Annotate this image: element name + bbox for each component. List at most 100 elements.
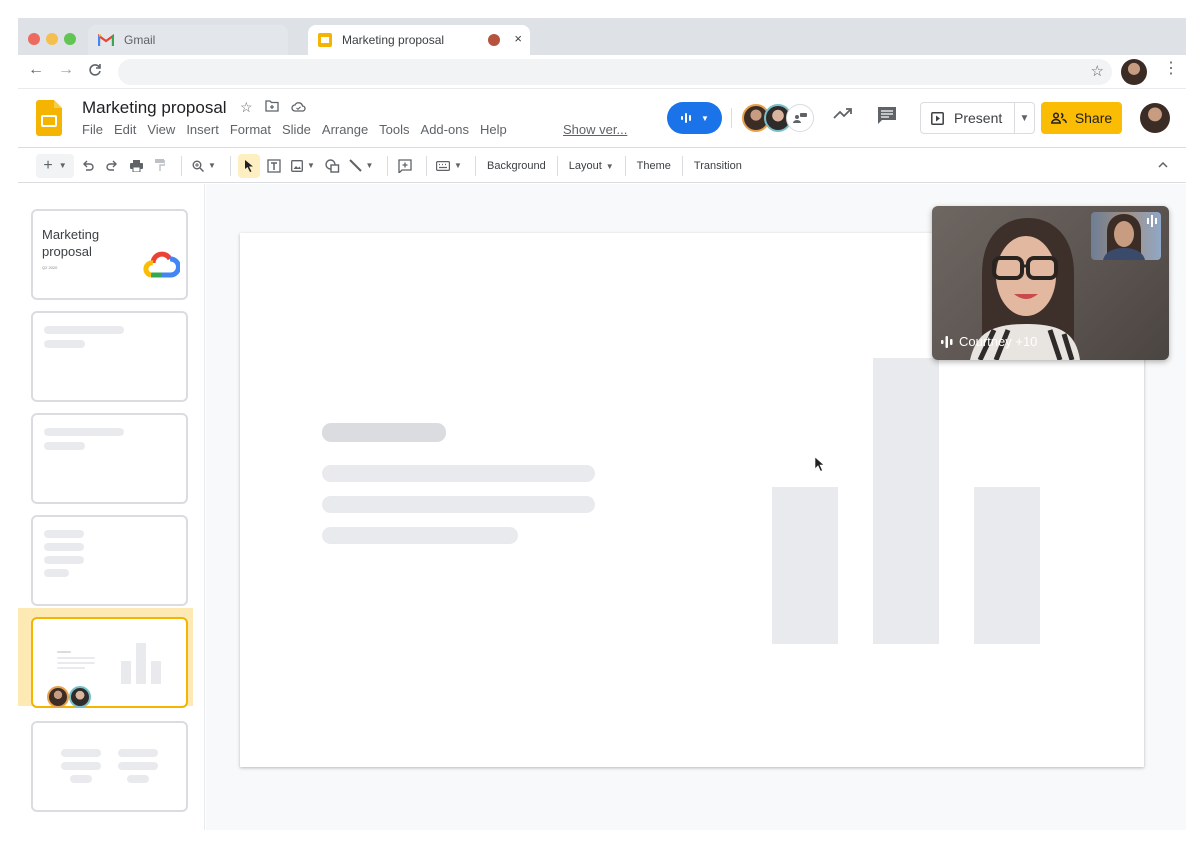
present-button[interactable]: Present ▼ <box>920 102 1035 134</box>
star-icon[interactable]: ☆ <box>240 99 253 116</box>
slide-thumbnail-5[interactable] <box>31 617 188 708</box>
present-to-meeting-button[interactable] <box>786 104 814 132</box>
menu-tools[interactable]: Tools <box>379 122 409 137</box>
placeholder-line <box>57 651 71 653</box>
menu-addons[interactable]: Add-ons <box>421 122 469 137</box>
tab-label: Gmail <box>124 33 156 47</box>
document-title[interactable]: Marketing proposal <box>82 98 227 118</box>
reload-button[interactable] <box>88 61 102 82</box>
redo-button[interactable] <box>102 154 122 178</box>
zoom-button[interactable]: ▼ <box>189 154 219 178</box>
chart-bar <box>973 486 1040 644</box>
line-button[interactable]: ▼ <box>346 154 376 178</box>
mouse-cursor-icon <box>814 456 825 472</box>
slide-thumbnail-3[interactable] <box>31 413 188 504</box>
placeholder-line <box>44 340 85 348</box>
slides-toolbar: + ▼ ▼ ▼ ▼ ▼ Background Layout ▼ Theme Tran… <box>18 149 1186 183</box>
menu-view[interactable]: View <box>147 122 175 137</box>
paint-format-icon <box>155 159 165 171</box>
theme-button[interactable]: Theme <box>633 160 675 172</box>
slides-header: Marketing proposal ☆ File Edit View Inse… <box>18 90 1186 148</box>
divider <box>230 155 231 176</box>
forward-button[interactable]: → <box>58 61 74 79</box>
placeholder-line <box>322 496 595 513</box>
tab-marketing-proposal[interactable]: Marketing proposal × <box>308 25 530 55</box>
menu-format[interactable]: Format <box>230 122 271 137</box>
present-options-dropdown[interactable]: ▼ <box>1015 113 1034 124</box>
placeholder-line <box>322 527 518 544</box>
share-button[interactable]: Share <box>1041 102 1122 134</box>
tab-gmail[interactable]: Gmail <box>88 25 288 55</box>
gmail-icon <box>98 34 114 46</box>
text-box-button[interactable] <box>264 154 284 178</box>
comments-icon[interactable] <box>877 106 897 129</box>
menu-slide[interactable]: Slide <box>282 122 311 137</box>
chart-bar <box>151 661 161 684</box>
url-input[interactable]: ☆ <box>118 59 1112 85</box>
slides-logo-icon[interactable] <box>36 100 62 141</box>
meet-call-button[interactable]: ▼ <box>667 102 722 134</box>
shape-button[interactable] <box>322 154 342 178</box>
select-tool-button[interactable] <box>238 153 260 178</box>
slide-thumbnail-2[interactable] <box>31 311 188 402</box>
cloud-status-icon[interactable] <box>290 99 306 116</box>
collapse-toolbar-button[interactable] <box>1158 157 1168 171</box>
zoom-icon <box>192 160 205 172</box>
placeholder-line <box>44 326 124 334</box>
slide-thumbnail-6[interactable] <box>31 721 188 812</box>
divider <box>624 155 626 176</box>
new-slide-button[interactable]: + ▼ <box>36 153 74 178</box>
close-window-button[interactable] <box>28 33 40 45</box>
slide-bar-chart[interactable] <box>772 358 1040 644</box>
print-button[interactable] <box>126 154 146 178</box>
account-avatar[interactable] <box>1140 103 1170 133</box>
menu-edit[interactable]: Edit <box>114 122 136 137</box>
divider <box>475 155 476 176</box>
move-to-folder-icon[interactable] <box>264 99 279 116</box>
input-tools-button[interactable]: ▼ <box>434 154 464 178</box>
meet-video-tile[interactable]: Courtney +10 <box>932 206 1169 360</box>
menu-arrange[interactable]: Arrange <box>322 122 368 137</box>
browser-profile-avatar[interactable] <box>1121 59 1147 85</box>
insert-image-button[interactable]: ▼ <box>288 154 318 178</box>
activity-dashboard-icon[interactable] <box>833 106 853 125</box>
back-button[interactable]: ← <box>28 61 44 79</box>
undo-button[interactable] <box>78 154 98 178</box>
divider <box>731 108 732 128</box>
close-tab-button[interactable]: × <box>514 31 522 46</box>
layout-label: Layout <box>568 159 602 172</box>
placeholder-line <box>57 657 95 659</box>
maximize-window-button[interactable] <box>64 33 76 45</box>
chart-bar <box>772 486 839 644</box>
menu-file[interactable]: File <box>82 122 103 137</box>
text-box-icon <box>267 158 281 173</box>
layout-button[interactable]: Layout ▼ <box>565 160 618 172</box>
menu-bar: File Edit View Insert Format Slide Arran… <box>82 122 518 137</box>
chart-bar <box>121 661 131 684</box>
slide-thumbnail-4[interactable] <box>31 515 188 606</box>
slide-thumbnail-1[interactable]: Marketing proposal Q2 2020 <box>31 209 188 300</box>
menu-insert[interactable]: Insert <box>186 122 219 137</box>
chart-bar <box>872 358 940 644</box>
placeholder-line <box>44 530 84 538</box>
paint-format-button[interactable] <box>150 154 170 178</box>
tab-label: Marketing proposal <box>342 33 445 47</box>
background-button[interactable]: Background <box>483 160 550 172</box>
audio-level-icon <box>941 335 953 348</box>
transition-button[interactable]: Transition <box>690 160 746 172</box>
keyboard-icon <box>436 160 451 171</box>
add-comment-button[interactable] <box>395 154 415 178</box>
placeholder-title <box>322 423 446 442</box>
plus-icon: + <box>43 156 53 174</box>
slide-filmstrip: Marketing proposal Q2 2020 <box>18 184 205 830</box>
redo-icon <box>106 160 117 171</box>
participant-label: Courtney +10 <box>940 334 1037 349</box>
version-history-link[interactable]: Show ver... <box>563 122 627 137</box>
self-view-video[interactable] <box>1091 212 1161 260</box>
minimize-window-button[interactable] <box>46 33 58 45</box>
menu-help[interactable]: Help <box>480 122 507 137</box>
people-icon <box>1050 112 1067 124</box>
browser-window: Gmail Marketing proposal × ← → ☆ ⋮ Marke… <box>18 18 1186 830</box>
bookmark-star-icon[interactable]: ☆ <box>1091 62 1104 80</box>
browser-menu-button[interactable]: ⋮ <box>1163 61 1179 77</box>
